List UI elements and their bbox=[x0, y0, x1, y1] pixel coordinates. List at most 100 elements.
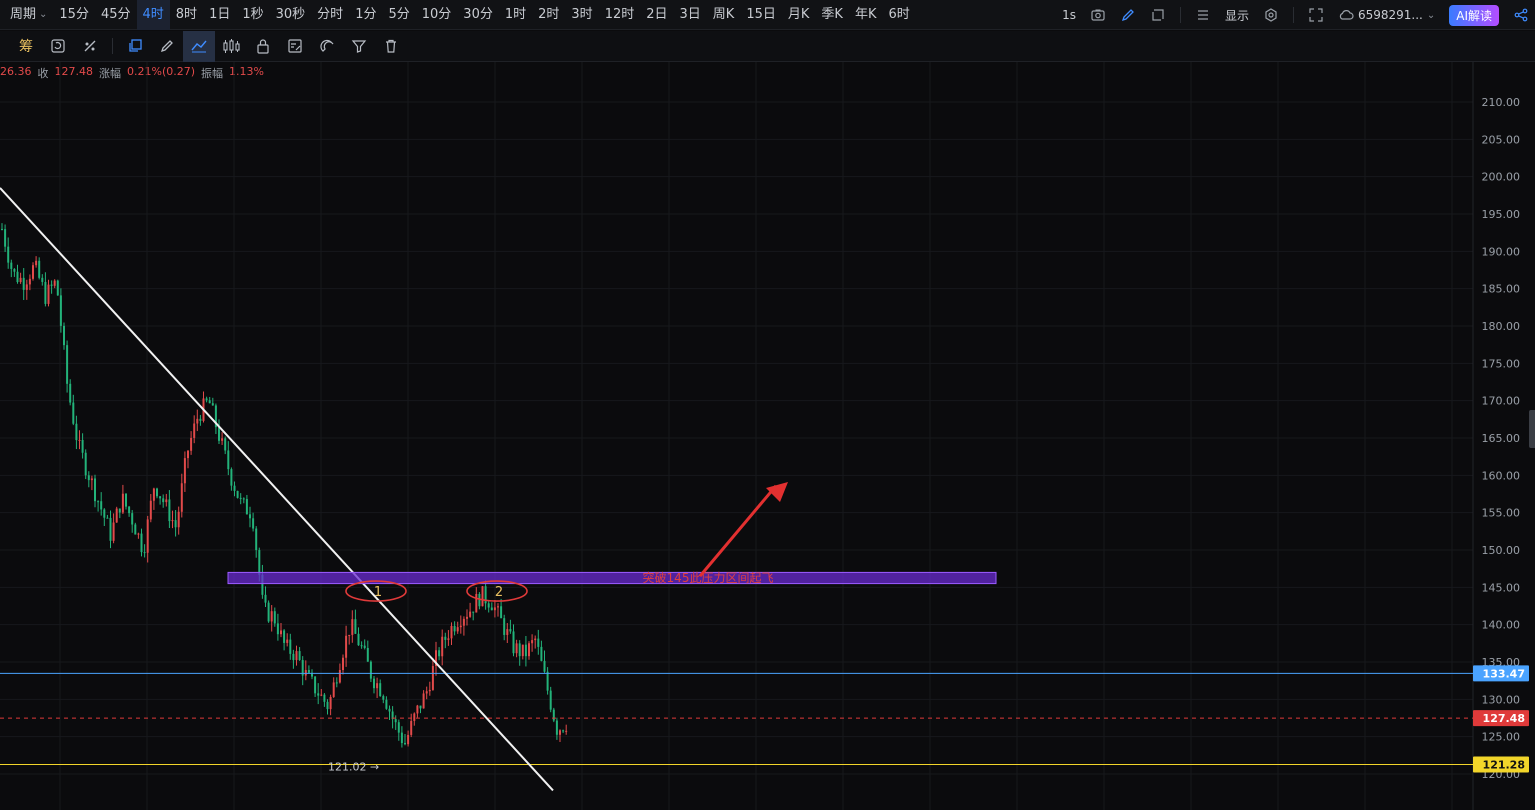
timeframe-items: 15分 45分 4时 8时 1日 1秒 30秒 分时 1分 5分 10分 30分 1时 2时 3时 12时 2日… bbox=[53, 0, 915, 30]
candle-body bbox=[13, 268, 16, 272]
display-menu[interactable]: 显示 bbox=[1225, 7, 1249, 24]
low-price-marker: 121.02 → bbox=[328, 760, 379, 773]
candle-body bbox=[4, 229, 7, 247]
y-tick-label: 130.00 bbox=[1482, 693, 1521, 706]
timeframe-18[interactable]: 周K bbox=[707, 0, 741, 30]
candle-body bbox=[245, 499, 248, 515]
candle-body bbox=[183, 458, 186, 484]
candlestick-chart[interactable]: 210.00 205.00 200.00 195.00 190.00 185.00 180.… bbox=[0, 62, 1535, 810]
timeframe-4[interactable]: 1日 bbox=[203, 0, 236, 30]
lock-icon[interactable] bbox=[247, 31, 279, 62]
timeframe-21[interactable]: 季K bbox=[815, 0, 849, 30]
candle-body bbox=[205, 398, 208, 401]
candle-body bbox=[56, 280, 59, 296]
window-icon[interactable] bbox=[1150, 7, 1166, 23]
ruler-icon[interactable] bbox=[279, 31, 311, 62]
settings-icon[interactable] bbox=[1263, 7, 1279, 23]
candle-body bbox=[376, 683, 379, 689]
timeframe-10[interactable]: 10分 bbox=[416, 0, 458, 30]
descending-trendline[interactable] bbox=[0, 187, 554, 792]
magnet-icon[interactable] bbox=[311, 31, 343, 62]
timeframe-23[interactable]: 6时 bbox=[882, 0, 915, 30]
account-label: 6598291... bbox=[1357, 8, 1423, 22]
timeframe-7[interactable]: 分时 bbox=[311, 0, 349, 30]
candle-body bbox=[357, 633, 360, 646]
candle-body bbox=[177, 511, 180, 528]
candle-body bbox=[469, 611, 472, 617]
candle-body bbox=[236, 490, 239, 498]
y-tick-label: 140.00 bbox=[1482, 619, 1521, 632]
candle-body bbox=[97, 501, 100, 503]
timeframe-6[interactable]: 30秒 bbox=[270, 0, 312, 30]
up-arrow-shaft[interactable] bbox=[698, 484, 778, 578]
timeframe-3[interactable]: 8时 bbox=[170, 0, 203, 30]
timeframe-12[interactable]: 1时 bbox=[499, 0, 532, 30]
candle-body bbox=[360, 645, 363, 647]
timeframe-16[interactable]: 2日 bbox=[640, 0, 673, 30]
candle-body bbox=[363, 645, 366, 648]
candle-body bbox=[137, 533, 140, 535]
resistance-zone[interactable] bbox=[227, 571, 997, 585]
candle-body bbox=[165, 499, 168, 503]
candle-body bbox=[537, 638, 540, 647]
candle-body bbox=[106, 517, 109, 519]
timeframe-1[interactable]: 45分 bbox=[95, 0, 137, 30]
share-icon[interactable] bbox=[1513, 7, 1529, 23]
candle-body bbox=[397, 722, 400, 733]
timeframe-9[interactable]: 5分 bbox=[382, 0, 415, 30]
timeframe-13[interactable]: 2时 bbox=[532, 0, 565, 30]
pen-icon[interactable] bbox=[151, 31, 183, 62]
timeframe-0[interactable]: 15分 bbox=[53, 0, 95, 30]
candle-body bbox=[379, 683, 382, 697]
draw-pen-icon[interactable] bbox=[1120, 7, 1136, 23]
candle-body bbox=[382, 696, 385, 700]
timeframe-17[interactable]: 3日 bbox=[674, 0, 707, 30]
candle-body bbox=[87, 475, 90, 481]
camera-icon[interactable] bbox=[1090, 7, 1106, 23]
filter-icon[interactable] bbox=[343, 31, 375, 62]
candle-body bbox=[286, 639, 289, 643]
y-tick-label: 145.00 bbox=[1482, 581, 1521, 594]
candle-body bbox=[444, 636, 447, 640]
timeframe-20[interactable]: 月K bbox=[782, 0, 816, 30]
period-label: 周期 bbox=[10, 6, 37, 22]
candle-body bbox=[565, 730, 568, 732]
candle-body bbox=[292, 653, 295, 661]
rect-select-icon[interactable] bbox=[119, 31, 151, 62]
timeframe-11[interactable]: 30分 bbox=[457, 0, 499, 30]
y-tick-label: 155.00 bbox=[1482, 507, 1521, 520]
timeframe-15[interactable]: 12时 bbox=[599, 0, 641, 30]
timeframe-8[interactable]: 1分 bbox=[349, 0, 382, 30]
y-tick-label: 125.00 bbox=[1482, 731, 1521, 744]
y-tick-label: 185.00 bbox=[1482, 283, 1521, 296]
eraser-icon[interactable] bbox=[74, 31, 106, 62]
timeframe-19[interactable]: 15日 bbox=[740, 0, 782, 30]
candle-body bbox=[44, 281, 47, 304]
y-tick-label: 195.00 bbox=[1482, 208, 1521, 221]
candle-body bbox=[307, 670, 310, 673]
fullscreen-icon[interactable] bbox=[1308, 7, 1324, 23]
candle-body bbox=[422, 693, 425, 709]
timeframe-5[interactable]: 1秒 bbox=[236, 0, 269, 30]
ai-interpret-button[interactable]: AI解读 bbox=[1449, 4, 1499, 26]
refresh-interval[interactable]: 1s bbox=[1062, 8, 1076, 22]
trend-tool-icon[interactable] bbox=[183, 30, 215, 62]
side-panel-toggle[interactable] bbox=[1529, 410, 1535, 448]
timeframe-2[interactable]: 4时 bbox=[136, 0, 170, 30]
candle-body bbox=[121, 493, 124, 513]
period-dropdown[interactable]: 周期 ⌄ bbox=[4, 0, 53, 30]
trash-icon[interactable] bbox=[375, 31, 407, 62]
candle-body bbox=[180, 483, 183, 512]
account-dropdown[interactable]: 6598291... ⌄ bbox=[1338, 7, 1435, 23]
timeframe-14[interactable]: 3时 bbox=[565, 0, 598, 30]
timeframe-22[interactable]: 年K bbox=[849, 0, 883, 30]
candle-icon[interactable] bbox=[215, 31, 247, 62]
chip-distribution-button[interactable]: 筹 bbox=[10, 31, 42, 62]
candle-body bbox=[509, 629, 512, 632]
candle-body bbox=[69, 383, 72, 403]
list-icon[interactable] bbox=[1195, 7, 1211, 23]
candle-body bbox=[320, 694, 323, 696]
candle-body bbox=[276, 623, 279, 635]
cycle-icon[interactable] bbox=[42, 31, 74, 62]
peak-label-2: 2 bbox=[495, 585, 503, 600]
